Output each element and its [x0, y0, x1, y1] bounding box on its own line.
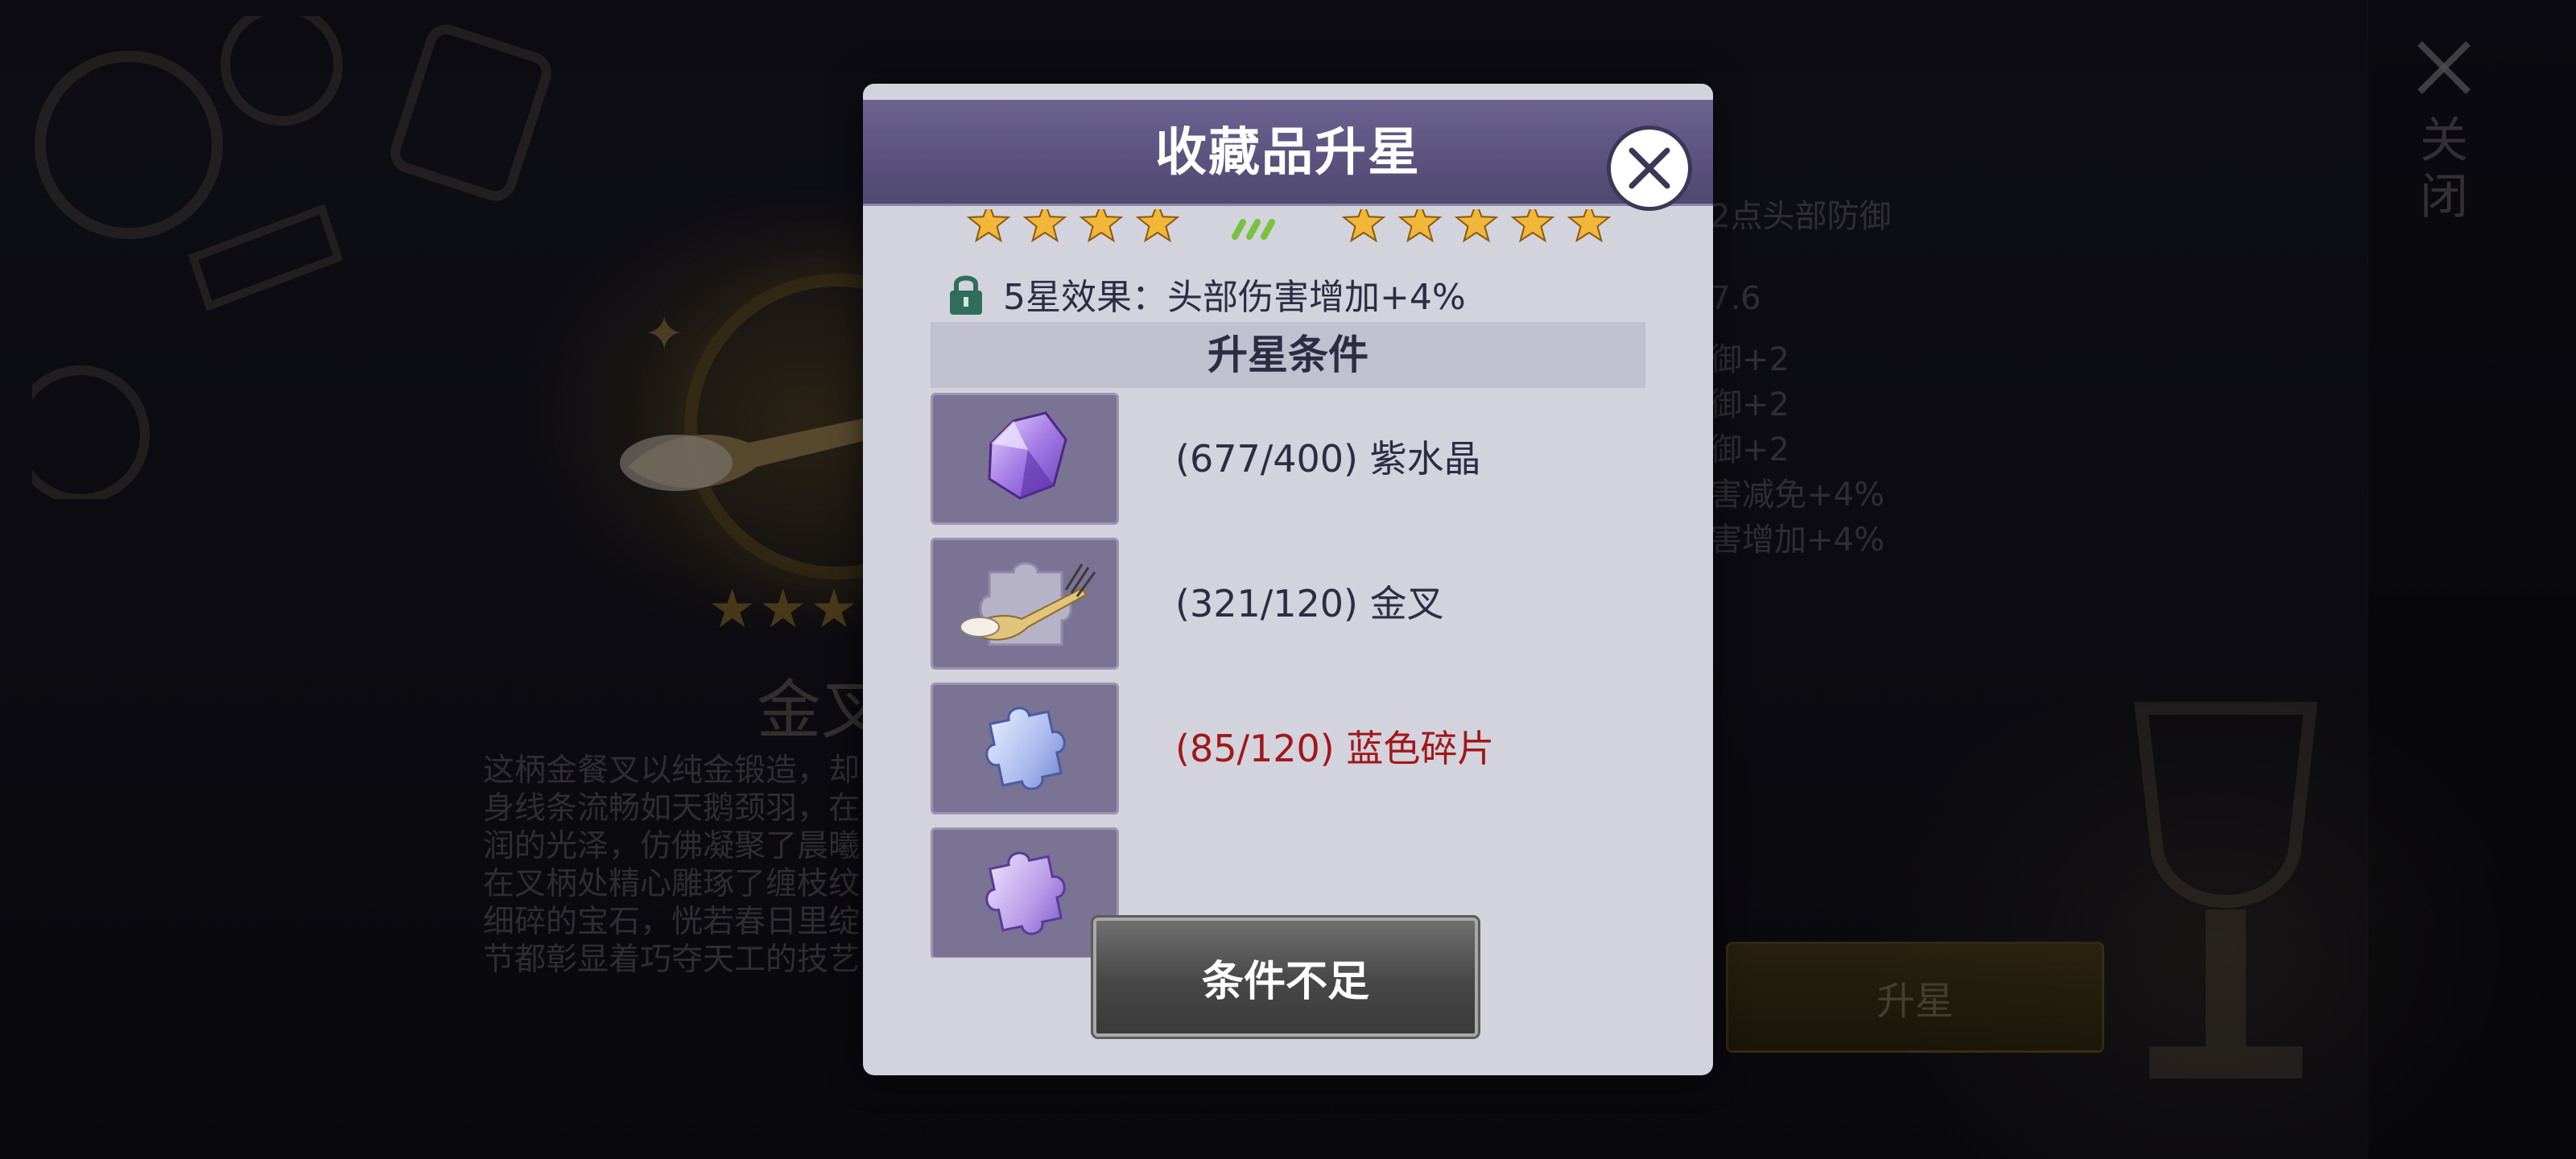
- requirement-text: (85/120) 蓝色碎片: [1175, 727, 1495, 770]
- dialog-header: 收藏品升星: [863, 100, 1713, 211]
- insufficient-conditions-button[interactable]: 条件不足: [1091, 915, 1480, 1039]
- current-star-icon: [1079, 209, 1124, 243]
- current-star-icon: [966, 209, 1011, 243]
- requirement-icon-frame: [931, 683, 1119, 815]
- requirements-title: 升星条件: [1208, 332, 1368, 378]
- next-star-icon: [1510, 209, 1555, 243]
- blue-puzzle-piece-icon: [985, 707, 1066, 790]
- requirement-icon-frame: [931, 538, 1119, 670]
- next-star-icon: [1454, 209, 1499, 243]
- star-progression: [863, 209, 1713, 254]
- star-upgrade-dialog: 收藏品升星 5星效果：头部伤害增加+4% 升星条件 (677/400) 紫水晶 …: [863, 84, 1713, 1075]
- requirement-icon-frame: [931, 393, 1119, 525]
- close-button[interactable]: [1607, 126, 1692, 211]
- purple-puzzle-piece-icon: [985, 852, 1066, 935]
- list-item[interactable]: (85/120) 蓝色碎片: [931, 683, 1645, 815]
- next-star-icon: [1397, 209, 1443, 243]
- golden-fork-icon: [960, 562, 1096, 646]
- list-item[interactable]: (677/400) 紫水晶: [931, 393, 1645, 525]
- close-x-icon: [1629, 147, 1670, 189]
- arrow-right-icon: [1232, 219, 1275, 240]
- current-star-icon: [1022, 209, 1067, 243]
- requirements-list[interactable]: (677/400) 紫水晶 (321/120) 金叉 (85/120) 蓝色碎片: [931, 393, 1645, 958]
- requirement-icon-frame: [931, 827, 1119, 958]
- lock-icon: [950, 275, 982, 315]
- requirement-text: (677/400) 紫水晶: [1175, 437, 1481, 481]
- effect-text: 5星效果：头部伤害增加+4%: [1003, 277, 1466, 318]
- requirements-header: 升星条件: [931, 322, 1645, 388]
- next-star-icon: [1341, 209, 1386, 243]
- current-star-icon: [1135, 209, 1180, 243]
- next-star-effect: 5星效果：头部伤害增加+4%: [947, 266, 1466, 322]
- amethyst-crystal-icon: [988, 411, 1067, 500]
- requirement-text: (321/120) 金叉: [1175, 582, 1444, 625]
- next-star-icon: [1567, 209, 1612, 243]
- list-item[interactable]: (321/120) 金叉: [931, 538, 1645, 670]
- dialog-title: 收藏品升星: [1155, 123, 1421, 183]
